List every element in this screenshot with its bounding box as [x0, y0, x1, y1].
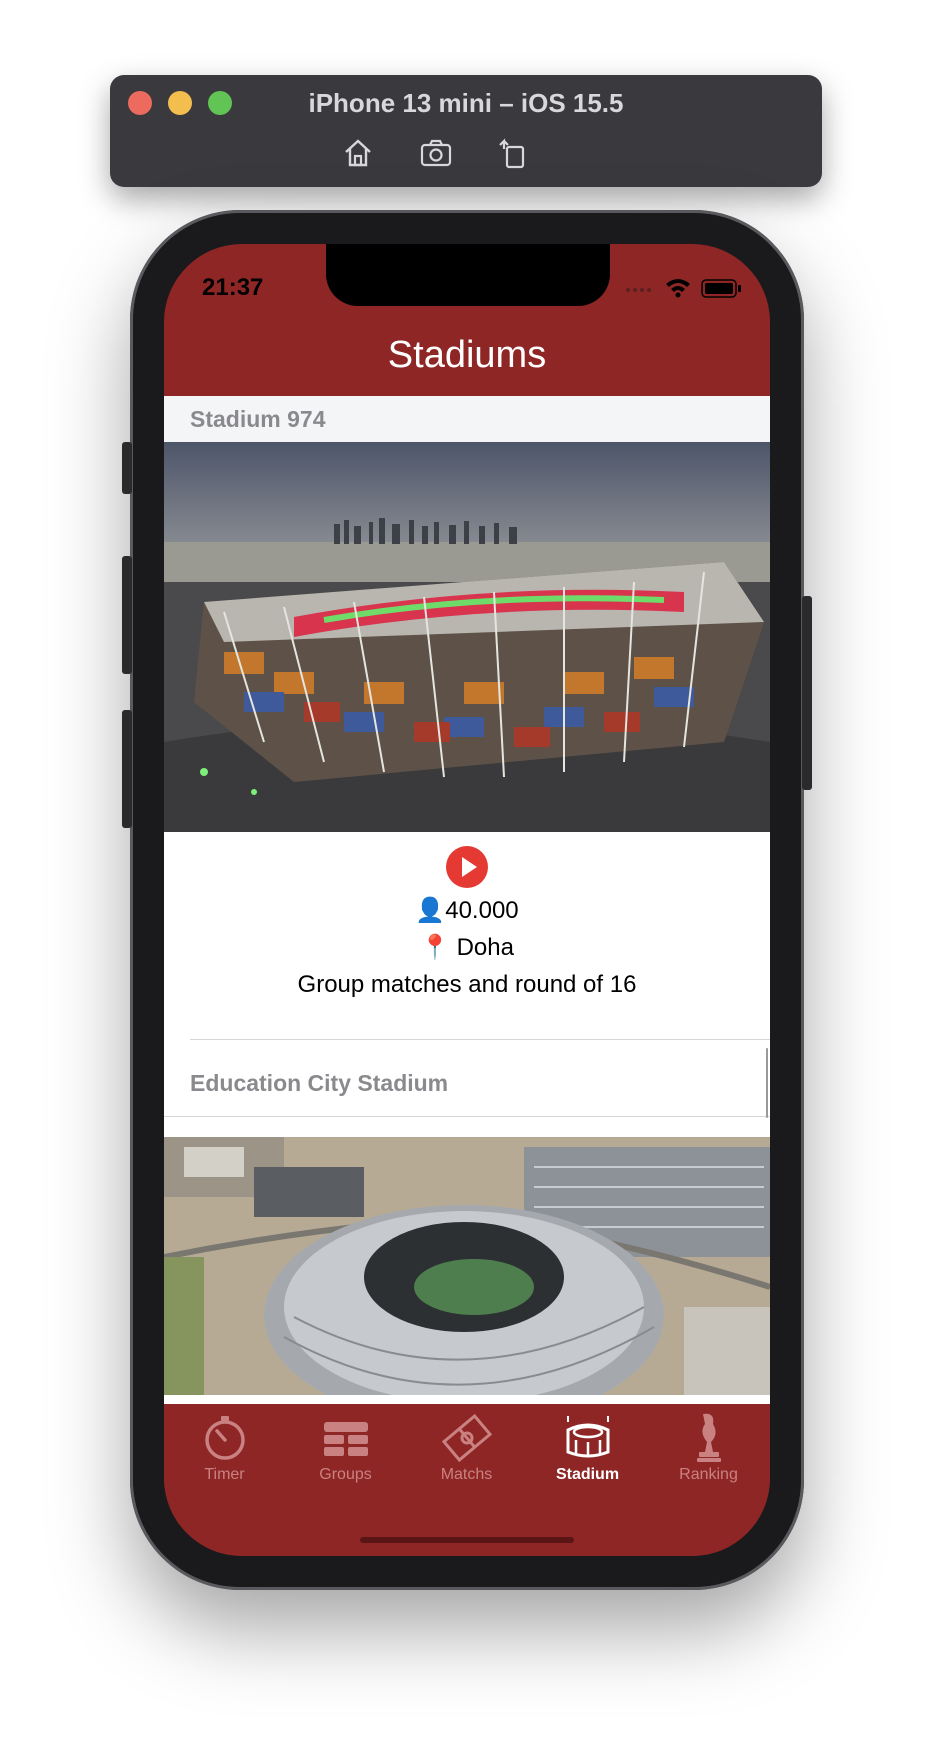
home-icon[interactable]	[340, 135, 376, 171]
notch	[326, 244, 610, 306]
tab-label: Timer	[204, 1466, 245, 1483]
page-title: Stadiums	[387, 334, 547, 376]
row-divider	[190, 1039, 770, 1040]
tab-bar: Timer Groups Matchs Stadium Ranking	[164, 1404, 770, 1556]
tab-label: Ranking	[679, 1466, 738, 1483]
tab-label: Matchs	[440, 1466, 493, 1483]
stadium-name-header: Education City Stadium	[164, 1050, 770, 1117]
tab-label: Stadium	[555, 1466, 620, 1483]
volume-down-button	[122, 710, 132, 828]
stadium-capacity: 👤40.000	[415, 897, 519, 924]
pitch-icon	[441, 1413, 492, 1463]
tab-label: Groups	[319, 1466, 372, 1483]
wifi-icon	[666, 279, 690, 298]
tab-matchs[interactable]: Matchs	[406, 1412, 527, 1484]
rotate-icon[interactable]	[496, 135, 532, 171]
mute-switch	[122, 442, 132, 494]
status-time: 21:37	[202, 274, 264, 301]
simulator-title: iPhone 13 mini – iOS 15.5	[308, 88, 624, 118]
simulator-title-bar: iPhone 13 mini – iOS 15.5	[110, 75, 822, 187]
stadium-974-photo	[164, 442, 770, 832]
scroll-indicator[interactable]	[766, 1048, 768, 1118]
signal-icon	[626, 288, 651, 292]
tab-groups[interactable]: Groups	[285, 1412, 406, 1484]
status-icons	[624, 276, 748, 300]
stadium-stage: Group matches and round of 16	[297, 971, 637, 998]
stadium-city: 📍 Doha	[420, 934, 514, 961]
phone-screen: 21:37 Stadiums Stadium 974 👤40.000 📍 Doh…	[164, 244, 770, 1556]
trophy-icon	[696, 1413, 721, 1462]
screenshot-icon[interactable]	[418, 135, 454, 171]
stadium-name-header: Stadium 974	[164, 396, 770, 442]
tab-timer[interactable]: Timer	[164, 1412, 285, 1484]
volume-up-button	[122, 556, 132, 674]
battery-icon	[701, 279, 741, 298]
tab-stadium[interactable]: Stadium	[527, 1412, 648, 1484]
stadium-list[interactable]: Stadium 974 👤40.000 📍 Doha Group matches…	[164, 396, 770, 1404]
stopwatch-icon	[204, 1416, 245, 1460]
groups-icon	[323, 1422, 368, 1456]
stadium-icon	[566, 1416, 609, 1458]
play-video-button[interactable]	[446, 846, 488, 888]
education-city-photo	[164, 1137, 770, 1395]
stadium-info: 👤40.000 📍 Doha Group matches and round o…	[164, 832, 770, 1003]
home-indicator	[360, 1537, 574, 1543]
tab-ranking[interactable]: Ranking	[648, 1412, 769, 1484]
power-button	[802, 596, 812, 790]
